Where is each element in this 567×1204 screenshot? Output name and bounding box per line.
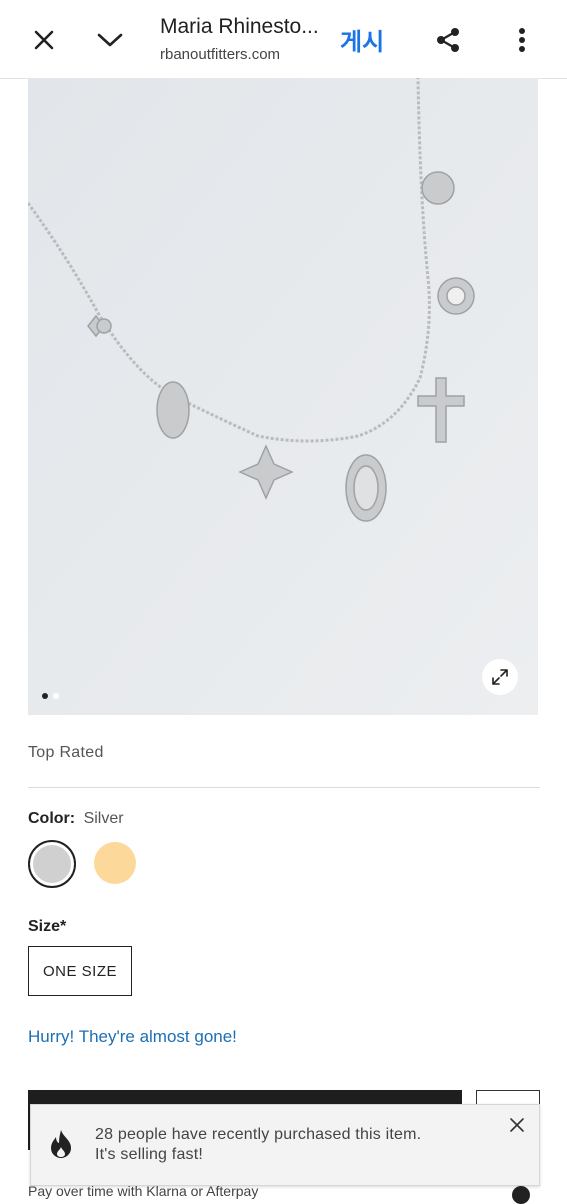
toast-message: 28 people have recently purchased this i… (95, 1125, 421, 1165)
toast-line-2: It's selling fast! (95, 1146, 204, 1163)
close-icon[interactable] (24, 20, 64, 60)
gallery-dot[interactable] (53, 693, 59, 699)
flame-icon (49, 1129, 73, 1164)
swatch-silver[interactable] (28, 840, 76, 888)
page-url: rbanoutfitters.com (160, 46, 281, 63)
page-title: Maria Rhinesto... (160, 15, 319, 38)
size-label: Size* (28, 918, 67, 935)
more-vert-icon[interactable] (502, 20, 542, 60)
divider (28, 787, 540, 788)
post-button[interactable]: 게시 (340, 22, 384, 57)
chevron-down-icon[interactable] (90, 20, 130, 60)
gallery-dot-active[interactable] (42, 693, 48, 699)
toast-line-1: 28 people have recently purchased this i… (95, 1126, 422, 1143)
gallery-dots (42, 693, 59, 699)
expand-icon[interactable] (482, 659, 518, 695)
color-value: Silver (83, 810, 124, 827)
swatch-gold[interactable] (94, 842, 136, 884)
chat-bubble-icon[interactable] (512, 1186, 530, 1204)
top-rated-label: Top Rated (28, 744, 104, 761)
size-option-button[interactable]: ONE SIZE (28, 946, 132, 996)
color-label: Color: (28, 810, 76, 827)
purchase-toast: 28 people have recently purchased this i… (30, 1104, 540, 1186)
browser-top-bar: Maria Rhinesto... rbanoutfitters.com 게시 (0, 0, 567, 79)
share-icon[interactable] (428, 20, 468, 60)
toast-close-icon[interactable] (505, 1113, 529, 1137)
stock-message: Hurry! They're almost gone! (28, 1027, 237, 1046)
necklace-image (28, 78, 538, 715)
color-row: Color: Silver (28, 810, 124, 828)
product-image[interactable] (28, 78, 538, 715)
